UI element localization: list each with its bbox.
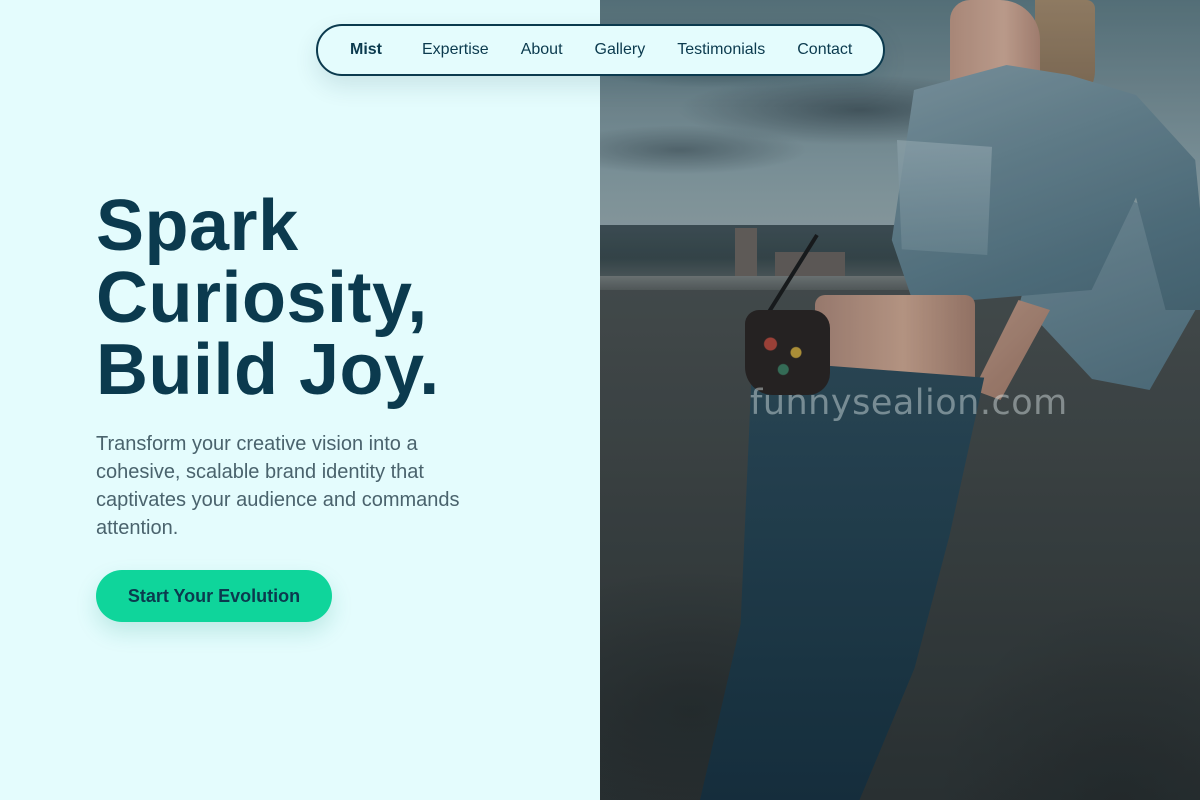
- nav-link-testimonials[interactable]: Testimonials: [677, 41, 765, 59]
- hero-headline: Spark Curiosity, Build Joy.: [96, 190, 576, 406]
- start-evolution-button[interactable]: Start Your Evolution: [96, 570, 332, 622]
- nav-link-contact[interactable]: Contact: [797, 41, 852, 59]
- hero-subtext: Transform your creative vision into a co…: [96, 433, 460, 539]
- nav-link-about[interactable]: About: [521, 41, 563, 59]
- watermark-text: funnysealion.com: [750, 383, 1068, 423]
- brand-logo-link[interactable]: Mist: [350, 41, 382, 59]
- headline-line-1: Spark: [96, 186, 299, 266]
- headline-line-2: Curiosity,: [96, 258, 428, 338]
- nav-link-expertise[interactable]: Expertise: [422, 41, 489, 59]
- landing-page: Spark Curiosity, Build Joy. Transform yo…: [0, 0, 1200, 800]
- nav-link-gallery[interactable]: Gallery: [595, 41, 646, 59]
- nav-links: Expertise About Gallery Testimonials Con…: [422, 41, 852, 59]
- headline-line-3: Build Joy.: [96, 330, 440, 410]
- hero-left-panel: Spark Curiosity, Build Joy. Transform yo…: [0, 0, 600, 800]
- top-nav: Mist Expertise About Gallery Testimonial…: [316, 24, 885, 76]
